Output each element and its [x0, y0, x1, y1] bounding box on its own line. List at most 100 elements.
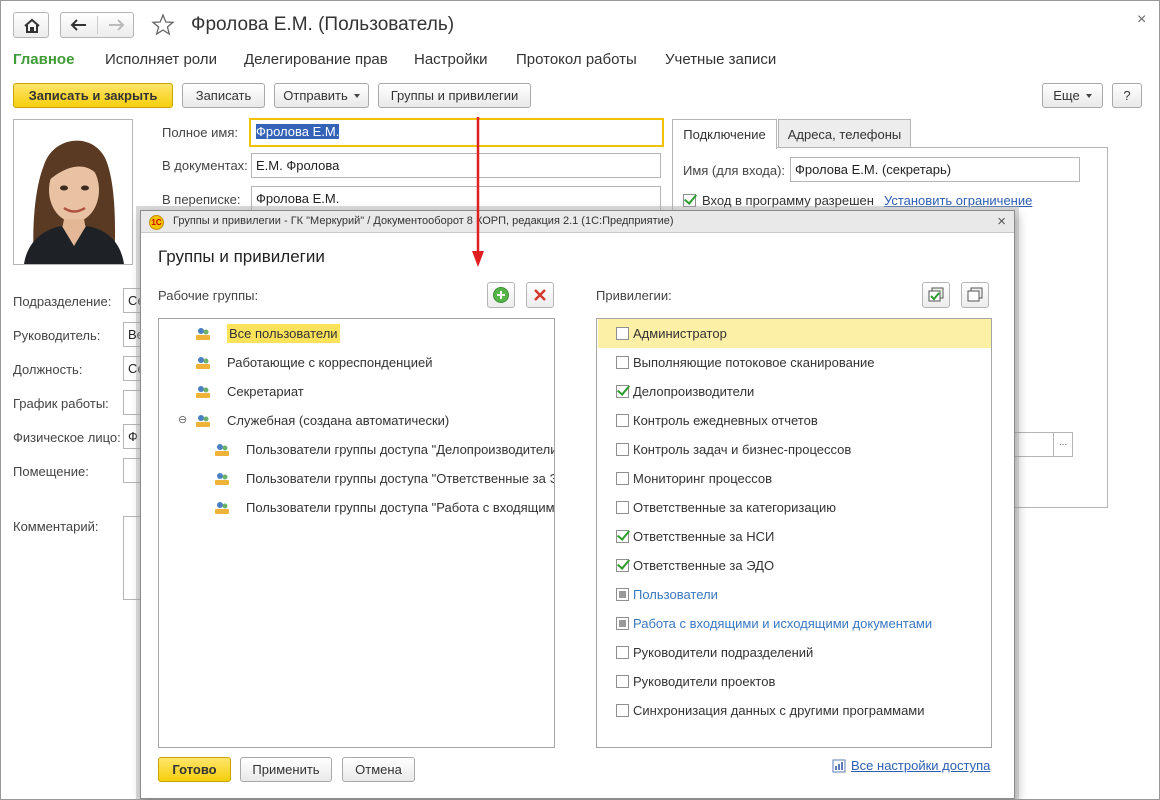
collapse-icon[interactable]: ⊖	[178, 413, 187, 426]
help-button[interactable]: ?	[1112, 83, 1142, 108]
user-group-icon	[196, 328, 210, 340]
add-icon	[493, 287, 509, 303]
groups-privileges-button[interactable]: Группы и привилегии	[378, 83, 531, 108]
delete-group-button[interactable]	[526, 282, 554, 308]
user-group-icon	[215, 444, 229, 456]
send-button[interactable]: Отправить	[274, 83, 369, 108]
star-icon[interactable]	[151, 13, 175, 37]
user-photo[interactable]	[13, 119, 133, 265]
user-group-icon	[196, 357, 210, 369]
section-roles[interactable]: Исполняет роли	[105, 51, 217, 68]
annotation-arrow	[472, 117, 484, 267]
set-restriction-link[interactable]: Установить ограничение	[884, 193, 1032, 208]
report-icon	[832, 759, 846, 772]
privilege-checkbox[interactable]	[616, 617, 629, 630]
privilege-checkbox[interactable]	[616, 501, 629, 514]
group-service[interactable]: Служебная (создана автоматически)	[195, 409, 449, 431]
login-name-field[interactable]: Фролова Е.М. (секретарь)	[790, 157, 1080, 182]
room-label: Помещение:	[13, 464, 89, 479]
uncheck-all-button[interactable]	[961, 282, 989, 308]
privilege-row[interactable]: Контроль ежедневных отчетов	[598, 406, 991, 435]
groups-privileges-dialog: 1C Группы и привилегии - ГК "Меркурий" /…	[140, 210, 1015, 799]
close-window-button[interactable]: ×	[1137, 11, 1146, 29]
group-access-records[interactable]: Пользователи группы доступа "Делопроизво…	[214, 438, 554, 460]
login-allowed-checkbox[interactable]	[683, 194, 696, 207]
section-main[interactable]: Главное	[13, 51, 74, 68]
privilege-row[interactable]: Руководители подразделений	[598, 638, 991, 667]
privilege-checkbox[interactable]	[616, 385, 629, 398]
privilege-row[interactable]: Работа с входящими и исходящими документ…	[598, 609, 991, 638]
privilege-row[interactable]: Ответственные за ЭДО	[598, 551, 991, 580]
group-access-edo[interactable]: Пользователи группы доступа "Ответственн…	[214, 467, 555, 489]
privilege-row[interactable]: Мониторинг процессов	[598, 464, 991, 493]
privilege-label: Руководители проектов	[633, 674, 776, 689]
privilege-checkbox[interactable]	[616, 704, 629, 717]
in-correspondence-label: В переписке:	[162, 192, 241, 207]
privilege-row[interactable]: Ответственные за НСИ	[598, 522, 991, 551]
section-settings[interactable]: Настройки	[414, 51, 488, 68]
privilege-row[interactable]: Делопроизводители	[598, 377, 991, 406]
delete-icon	[534, 289, 546, 301]
dialog-close-button[interactable]: ×	[997, 213, 1006, 230]
save-and-close-button[interactable]: Записать и закрыть	[13, 83, 173, 108]
privilege-row[interactable]: Администратор	[598, 319, 991, 348]
group-label: Работающие с корреспонденцией	[227, 354, 433, 370]
privilege-checkbox[interactable]	[616, 559, 629, 572]
privilege-row[interactable]: Ответственные за категоризацию	[598, 493, 991, 522]
group-label: Пользователи группы доступа "Ответственн…	[246, 470, 555, 486]
privilege-checkbox[interactable]	[616, 530, 629, 543]
privilege-checkbox[interactable]	[616, 588, 629, 601]
privilege-row[interactable]: Контроль задач и бизнес-процессов	[598, 435, 991, 464]
select-button[interactable]: ...	[1053, 432, 1073, 457]
user-group-icon	[215, 473, 229, 485]
privilege-label: Ответственные за НСИ	[633, 529, 775, 544]
forward-button[interactable]	[98, 13, 134, 37]
main-window: Фролова Е.М. (Пользователь) × Главное Ис…	[0, 0, 1160, 800]
section-work-log[interactable]: Протокол работы	[516, 51, 637, 68]
done-button[interactable]: Готово	[158, 757, 231, 782]
privilege-row[interactable]: Выполняющие потоковое сканирование	[598, 348, 991, 377]
privilege-checkbox[interactable]	[616, 675, 629, 688]
full-name-value: Фролова Е.М.	[256, 124, 340, 139]
group-all-users[interactable]: Все пользователи	[195, 322, 340, 344]
login-allowed-label: Вход в программу разрешен	[702, 193, 874, 208]
full-name-field[interactable]: Фролова Е.М.	[249, 118, 664, 147]
privilege-checkbox[interactable]	[616, 472, 629, 485]
home-button[interactable]	[13, 12, 49, 38]
tab-connection[interactable]: Подключение	[672, 119, 777, 149]
privilege-label: Руководители подразделений	[633, 645, 814, 660]
in-correspondence-field[interactable]: Фролова Е.М.	[251, 186, 661, 211]
privilege-checkbox[interactable]	[616, 646, 629, 659]
full-name-label: Полное имя:	[162, 125, 238, 140]
back-button[interactable]	[61, 13, 97, 37]
privilege-row[interactable]: Пользователи	[598, 580, 991, 609]
tab-addresses[interactable]: Адреса, телефоны	[778, 119, 911, 148]
group-label: Пользователи группы доступа "Работа с вх…	[246, 499, 555, 515]
check-all-button[interactable]	[922, 282, 950, 308]
privilege-row[interactable]: Синхронизация данных с другими программа…	[598, 696, 991, 725]
group-label: Секретариат	[227, 383, 304, 399]
add-group-button[interactable]	[487, 282, 515, 308]
dropdown-arrow-icon	[353, 93, 360, 98]
privilege-label: Контроль задач и бизнес-процессов	[633, 442, 852, 457]
group-access-incoming[interactable]: Пользователи группы доступа "Работа с вх…	[214, 496, 555, 518]
in-documents-field[interactable]: Е.М. Фролова	[251, 153, 661, 178]
section-delegation[interactable]: Делегирование прав	[244, 51, 388, 68]
cancel-button[interactable]: Отмена	[342, 757, 415, 782]
section-accounts[interactable]: Учетные записи	[665, 51, 776, 68]
more-button[interactable]: Еще	[1042, 83, 1103, 108]
privilege-checkbox[interactable]	[616, 414, 629, 427]
group-secretariat[interactable]: Секретариат	[195, 380, 304, 402]
privilege-checkbox[interactable]	[616, 327, 629, 340]
privilege-row[interactable]: Руководители проектов	[598, 667, 991, 696]
person-label: Физическое лицо:	[13, 430, 121, 445]
privilege-checkbox[interactable]	[616, 443, 629, 456]
apply-button[interactable]: Применить	[240, 757, 332, 782]
all-access-settings[interactable]: Все настройки доступа	[832, 758, 990, 773]
save-button[interactable]: Записать	[182, 83, 265, 108]
dialog-window-title: Группы и привилегии - ГК "Меркурий" / До…	[173, 215, 674, 227]
privilege-checkbox[interactable]	[616, 356, 629, 369]
group-correspondence[interactable]: Работающие с корреспонденцией	[195, 351, 432, 373]
window-title: Фролова Е.М. (Пользователь)	[191, 14, 455, 35]
arrow-left-icon	[70, 19, 86, 31]
